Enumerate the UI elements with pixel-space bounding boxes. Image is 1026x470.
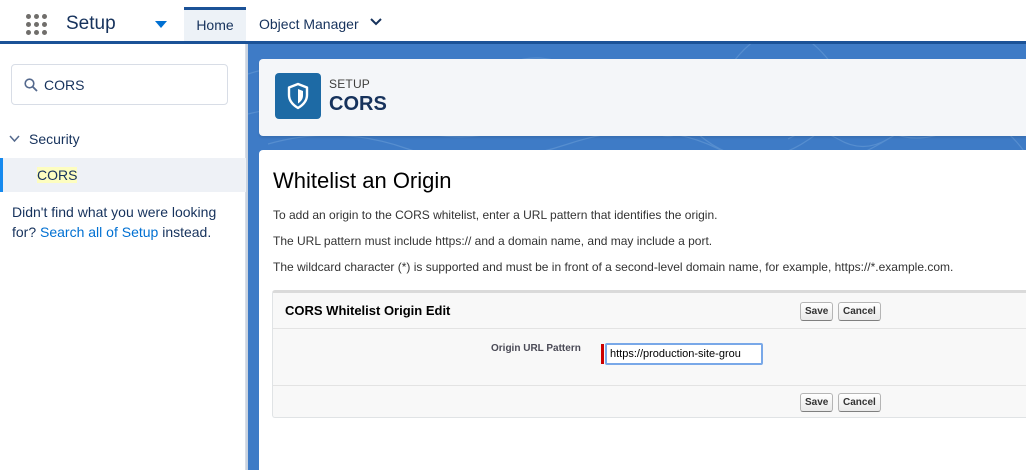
help-text-3: The wildcard character (*) is supported … bbox=[273, 260, 954, 274]
app-name: Setup bbox=[66, 13, 116, 34]
tab-object-manager[interactable]: Object Manager bbox=[259, 16, 359, 32]
section-heading: Whitelist an Origin bbox=[273, 168, 452, 193]
required-indicator bbox=[601, 344, 604, 364]
chevron-down-icon[interactable] bbox=[9, 135, 20, 143]
app-launcher-icon[interactable] bbox=[26, 14, 48, 36]
app-menu-caret-icon[interactable] bbox=[155, 21, 167, 28]
page-header: SETUP CORS bbox=[259, 59, 1026, 136]
chevron-down-icon[interactable] bbox=[369, 17, 383, 27]
not-found-suffix: instead. bbox=[162, 224, 212, 240]
save-button-bottom[interactable]: Save bbox=[800, 393, 834, 412]
content-panel: Whitelist an Origin To add an origin to … bbox=[259, 150, 1026, 470]
quick-find-box[interactable] bbox=[11, 64, 228, 105]
not-found-message: Didn't find what you were looking for? S… bbox=[12, 202, 234, 242]
save-button[interactable]: Save bbox=[800, 302, 834, 321]
tab-home[interactable]: Home bbox=[184, 7, 246, 41]
page-title: CORS bbox=[329, 93, 387, 115]
sidebar-item-security[interactable]: Security bbox=[0, 126, 246, 152]
setup-sidebar: Security CORS Didn't find what you were … bbox=[0, 44, 246, 470]
quick-find-input[interactable] bbox=[44, 74, 219, 96]
cancel-button-bottom[interactable]: Cancel bbox=[838, 393, 881, 412]
sidebar-item-label: Security bbox=[29, 131, 80, 147]
global-nav: Setup Home Object Manager bbox=[0, 0, 1026, 44]
search-all-setup-link[interactable]: Search all of Setup bbox=[40, 224, 158, 240]
origin-url-pattern-input[interactable] bbox=[605, 343, 763, 365]
sidebar-item-cors[interactable]: CORS bbox=[0, 158, 246, 192]
help-text-2: The URL pattern must include https:// an… bbox=[273, 234, 713, 248]
origin-url-pattern-label: Origin URL Pattern bbox=[491, 343, 581, 354]
cancel-button[interactable]: Cancel bbox=[838, 302, 881, 321]
edit-form-block: CORS Whitelist Origin Edit Save Cancel O… bbox=[272, 290, 1026, 418]
selected-indicator bbox=[0, 158, 3, 192]
divider bbox=[273, 385, 1026, 386]
help-text-1: To add an origin to the CORS whitelist, … bbox=[273, 208, 718, 222]
edit-block-title: CORS Whitelist Origin Edit bbox=[285, 303, 451, 318]
divider bbox=[273, 328, 1026, 329]
sidebar-item-label: CORS bbox=[37, 167, 78, 183]
search-icon bbox=[24, 78, 38, 92]
shield-icon bbox=[275, 73, 321, 119]
page-eyebrow: SETUP bbox=[329, 77, 371, 91]
